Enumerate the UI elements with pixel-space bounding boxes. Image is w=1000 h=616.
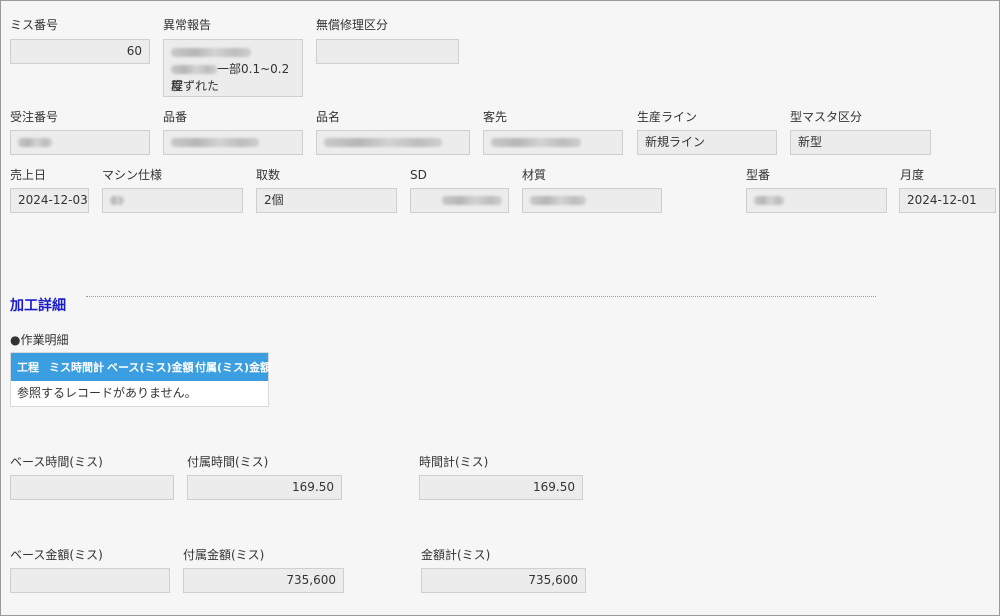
total-amount-label: 金額計(ミス) (421, 548, 491, 562)
sales-date-label: 売上日 (10, 168, 47, 182)
model-number-field[interactable] (746, 188, 887, 213)
abnormal-report-line3: 度ずれた (171, 79, 220, 93)
month-field[interactable]: 2024-12-01 (899, 188, 996, 213)
free-repair-field[interactable] (316, 39, 459, 64)
work-detail-subtitle: ●作業明細 (10, 333, 69, 347)
redacted-text (18, 138, 52, 147)
base-time-field[interactable] (10, 475, 174, 500)
redacted-text (110, 196, 124, 205)
attach-amount-field[interactable]: 735,600 (183, 568, 344, 593)
machine-spec-field[interactable] (102, 188, 243, 213)
part-number-label: 品番 (163, 110, 188, 124)
material-label: 材質 (522, 168, 547, 182)
abnormal-report-label: 異常報告 (163, 18, 212, 32)
redacted-text (324, 138, 442, 147)
redacted-text (754, 196, 784, 205)
order-number-label: 受注番号 (10, 110, 59, 124)
sd-label: SD (410, 168, 427, 182)
total-amount-field[interactable]: 735,600 (421, 568, 586, 593)
mold-master-label: 型マスタ区分 (790, 110, 863, 124)
abnormal-report-field[interactable]: 一部0.1~0.2程 度ずれた (163, 39, 303, 97)
free-repair-label: 無償修理区分 (316, 18, 389, 32)
cavity-count-label: 取数 (256, 168, 281, 182)
base-amount-label: ベース金額(ミス) (10, 548, 103, 562)
base-time-label: ベース時間(ミス) (10, 455, 103, 469)
material-field[interactable] (522, 188, 662, 213)
sales-date-field[interactable]: 2024-12-03 (10, 188, 89, 213)
mold-master-field[interactable]: 新型 (790, 130, 931, 155)
section-title: 加工詳細 (10, 298, 66, 314)
table-empty-message: 参照するレコードがありません。 (11, 381, 268, 406)
part-name-field[interactable] (316, 130, 470, 155)
part-number-field[interactable] (163, 130, 303, 155)
redacted-text (171, 138, 259, 147)
section-divider (86, 296, 876, 297)
work-detail-table: 工程 ミス時間計 ベース(ミス)金額 付属(ミス)金額 参照するレコードがありま… (10, 352, 271, 407)
customer-field[interactable] (483, 130, 623, 155)
redacted-text (530, 196, 586, 205)
redacted-text (491, 138, 581, 147)
model-number-label: 型番 (746, 168, 771, 182)
production-line-field[interactable]: 新規ライン (637, 130, 777, 155)
table-header: 工程 ミス時間計 ベース(ミス)金額 付属(ミス)金額 (11, 353, 271, 381)
redacted-text (171, 65, 217, 74)
attach-amount-label: 付属金額(ミス) (183, 548, 265, 562)
col-header-base-amount[interactable]: ベース(ミス)金額 (101, 359, 194, 375)
machine-spec-label: マシン仕様 (102, 168, 163, 182)
redacted-text (442, 196, 502, 205)
miss-number-label: ミス番号 (10, 18, 59, 32)
col-header-process[interactable]: 工程 (11, 359, 43, 375)
sd-field[interactable] (410, 188, 509, 213)
total-time-field[interactable]: 169.50 (419, 475, 583, 500)
order-number-field[interactable] (10, 130, 150, 155)
cavity-count-field[interactable]: 2個 (256, 188, 397, 213)
customer-label: 客先 (483, 110, 508, 124)
total-time-label: 時間計(ミス) (419, 455, 489, 469)
miss-number-field[interactable]: 60 (10, 39, 150, 64)
part-name-label: 品名 (316, 110, 341, 124)
attach-time-field[interactable]: 169.50 (187, 475, 342, 500)
base-amount-field[interactable] (10, 568, 170, 593)
form-panel (0, 0, 1000, 616)
col-header-attach-amount[interactable]: 付属(ミス)金額 (189, 359, 271, 375)
month-label: 月度 (900, 168, 925, 182)
attach-time-label: 付属時間(ミス) (187, 455, 269, 469)
production-line-label: 生産ライン (637, 110, 698, 124)
redacted-text (171, 48, 251, 57)
col-header-miss-time[interactable]: ミス時間計 (43, 359, 104, 375)
